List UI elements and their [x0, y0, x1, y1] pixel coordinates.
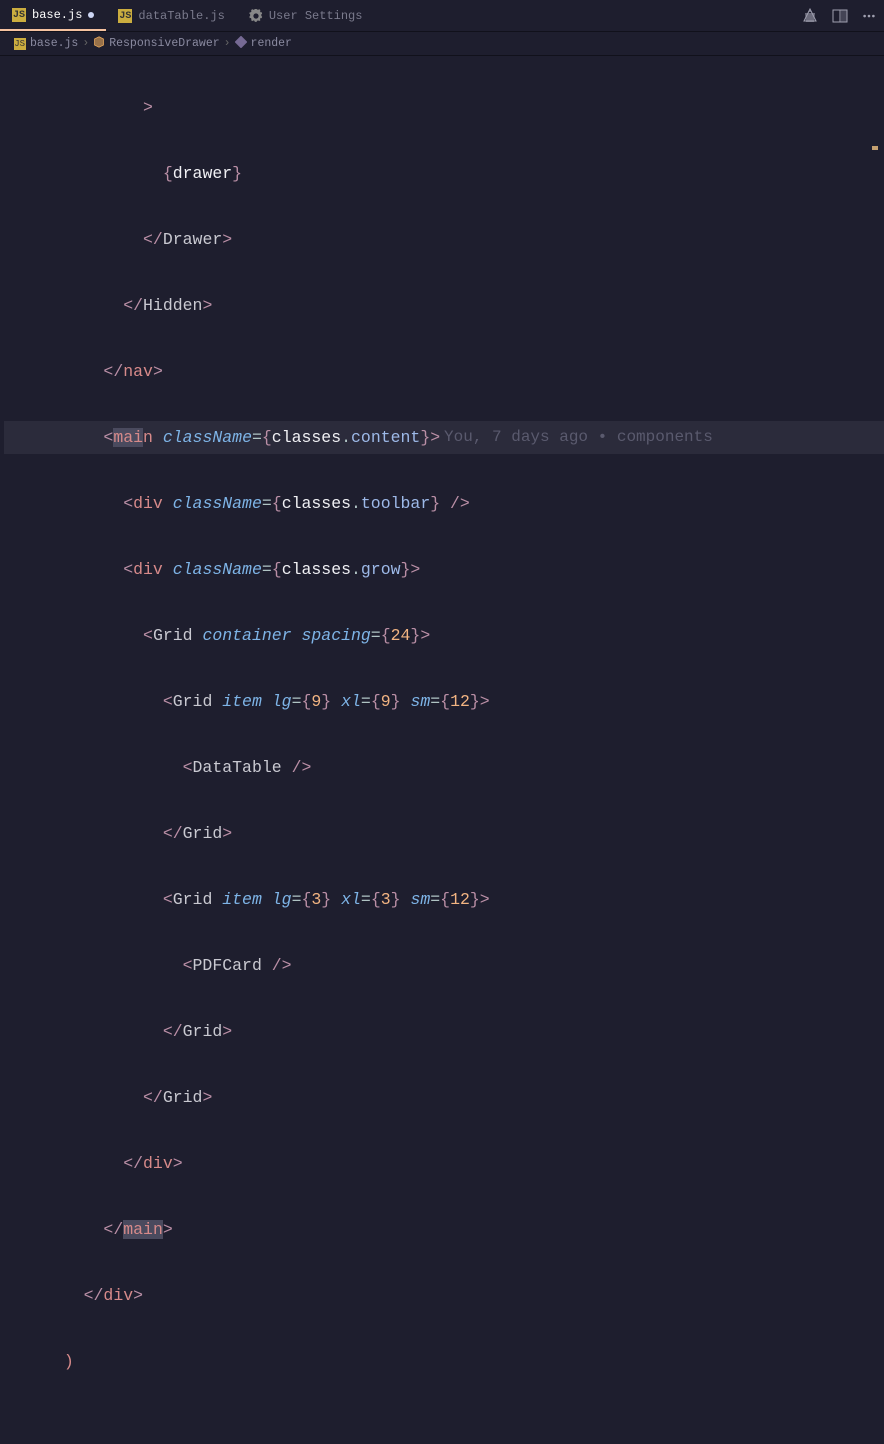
- breadcrumb-method[interactable]: render: [251, 37, 292, 50]
- html-tag: nav: [123, 362, 153, 381]
- tabs-left: JS base.js JS dataTable.js User Settings: [0, 0, 374, 31]
- number: 12: [450, 890, 470, 909]
- component-tag: Grid: [183, 1022, 223, 1041]
- variable: classes: [282, 494, 351, 513]
- html-tag: div: [103, 1286, 133, 1305]
- variable: classes: [282, 560, 351, 579]
- component-tag: Grid: [183, 824, 223, 843]
- editor[interactable]: > {drawer} </Drawer> </Hidden> </nav> <m…: [0, 56, 884, 728]
- attr: sm: [410, 692, 430, 711]
- number: 3: [311, 890, 321, 909]
- tab-bar: JS base.js JS dataTable.js User Settings: [0, 0, 884, 32]
- html-tag: div: [133, 494, 163, 513]
- attr: lg: [272, 692, 292, 711]
- property: content: [351, 428, 420, 447]
- html-tag: div: [143, 1154, 173, 1173]
- attr: xl: [341, 890, 361, 909]
- tab-datatable-js[interactable]: JS dataTable.js: [106, 0, 236, 31]
- attr: lg: [272, 890, 292, 909]
- tab-label: base.js: [32, 8, 82, 22]
- tab-user-settings[interactable]: User Settings: [237, 0, 375, 31]
- attr: item: [222, 890, 262, 909]
- tab-base-js[interactable]: JS base.js: [0, 0, 106, 31]
- attr: className: [173, 494, 262, 513]
- tab-label: dataTable.js: [138, 9, 224, 23]
- component-tag: Grid: [153, 626, 193, 645]
- html-tag: main: [123, 1220, 163, 1239]
- git-blame-annotation: You, 7 days ago • components: [444, 421, 713, 454]
- component-tag: Drawer: [163, 230, 222, 249]
- html-tag: div: [133, 560, 163, 579]
- dirty-indicator-icon: [88, 12, 94, 18]
- component-tag: PDFCard: [193, 956, 262, 975]
- attr: spacing: [301, 626, 370, 645]
- number: 24: [391, 626, 411, 645]
- number: 9: [311, 692, 321, 711]
- split-editor-icon[interactable]: [832, 8, 848, 24]
- component-tag: DataTable: [193, 758, 282, 777]
- component-tag: Hidden: [143, 296, 202, 315]
- component-tag: Grid: [163, 1088, 203, 1107]
- code-content[interactable]: > {drawer} </Drawer> </Hidden> </nav> <m…: [4, 56, 864, 728]
- attr: xl: [341, 692, 361, 711]
- tab-label: User Settings: [269, 9, 363, 23]
- property: toolbar: [361, 494, 430, 513]
- attr: container: [202, 626, 291, 645]
- breadcrumb: JS base.js › ResponsiveDrawer › render: [0, 32, 884, 56]
- js-icon: JS: [118, 9, 132, 23]
- variable: classes: [272, 428, 341, 447]
- debug-icon[interactable]: [802, 8, 818, 24]
- js-icon: JS: [14, 38, 26, 50]
- tabs-right-actions: [802, 8, 884, 24]
- property: grow: [361, 560, 401, 579]
- number: 12: [450, 692, 470, 711]
- js-icon: JS: [12, 8, 26, 22]
- variable: drawer: [173, 164, 232, 183]
- breadcrumb-file[interactable]: base.js: [30, 37, 78, 50]
- number: 9: [381, 692, 391, 711]
- minimap-highlight-icon: [872, 146, 878, 150]
- component-tag: Grid: [173, 692, 213, 711]
- chevron-right-icon: ›: [224, 37, 231, 50]
- breadcrumb-class[interactable]: ResponsiveDrawer: [109, 37, 219, 50]
- method-icon: [235, 36, 247, 52]
- attr: item: [222, 692, 262, 711]
- more-icon[interactable]: [862, 8, 876, 24]
- attr: className: [173, 560, 262, 579]
- settings-icon: [249, 9, 263, 23]
- chevron-right-icon: ›: [82, 37, 89, 50]
- class-icon: [93, 36, 105, 52]
- attr: className: [163, 428, 252, 447]
- attr: sm: [410, 890, 430, 909]
- component-tag: Grid: [173, 890, 213, 909]
- number: 3: [381, 890, 391, 909]
- minimap[interactable]: [864, 56, 884, 728]
